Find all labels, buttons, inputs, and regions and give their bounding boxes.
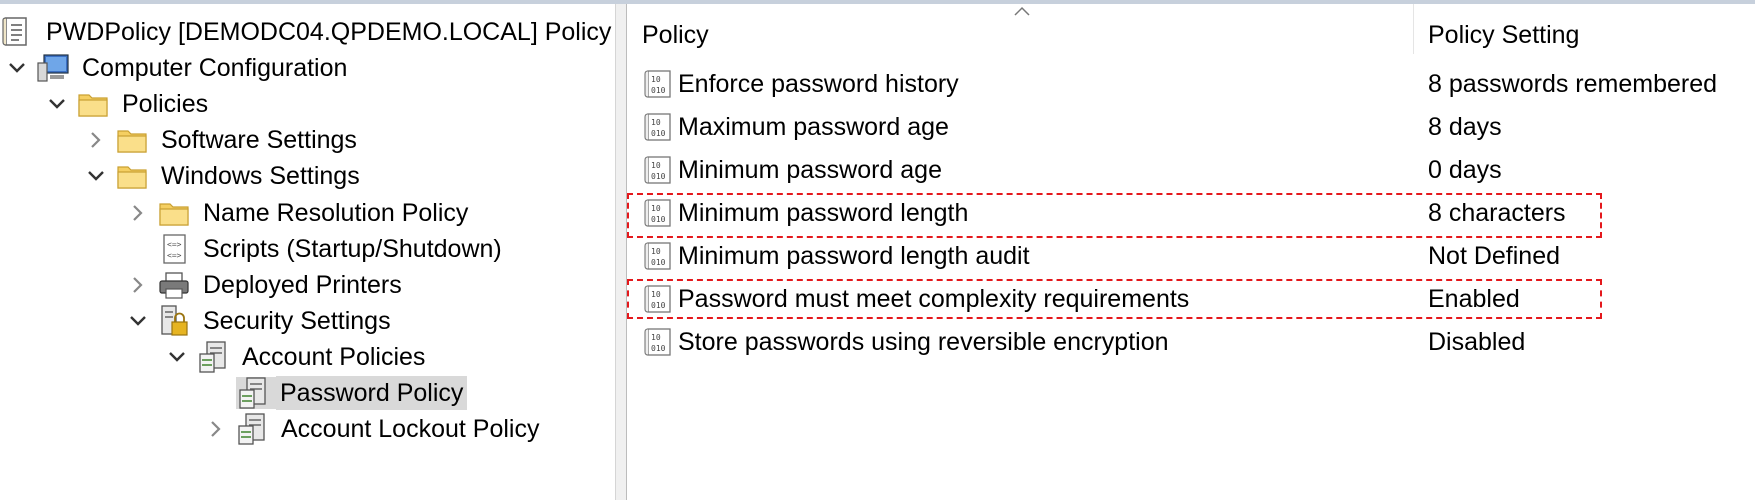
tree-item-password-policy[interactable]: Password Policy xyxy=(236,375,468,411)
svg-text:10: 10 xyxy=(651,247,661,256)
svg-text:<=>: <=> xyxy=(167,240,182,249)
tree-label: Security Settings xyxy=(203,307,391,335)
tree-label: Policies xyxy=(122,90,209,118)
folder-icon xyxy=(115,124,149,156)
svg-text:10: 10 xyxy=(651,118,661,127)
policy-setting-icon: 10 010 xyxy=(643,327,673,364)
policy-name: Minimum password length audit xyxy=(678,242,1030,270)
tree-item-account-policies[interactable]: Account Policies xyxy=(164,339,429,375)
sort-ascending-icon xyxy=(1014,6,1030,16)
folder-icon xyxy=(76,88,110,120)
tree-label: Deployed Printers xyxy=(203,271,402,299)
chevron-right-icon[interactable] xyxy=(125,198,151,228)
column-divider[interactable] xyxy=(1413,4,1414,54)
tree-label: Account Policies xyxy=(242,343,426,371)
policy-setting-value: 8 days xyxy=(1428,113,1502,141)
svg-text:10: 10 xyxy=(651,75,661,84)
policy-name: Minimum password age xyxy=(678,156,942,184)
chevron-right-icon[interactable] xyxy=(203,414,229,444)
svg-text:010: 010 xyxy=(651,344,666,353)
security-settings-icon xyxy=(157,305,191,337)
account-policies-icon xyxy=(196,341,230,373)
policy-row[interactable]: 10 010 Enforce password history 8 passwords… xyxy=(640,64,1740,104)
policy-name: Store passwords using reversible encrypt… xyxy=(678,328,1169,356)
policy-row[interactable]: 10 010 Store passwords using reversible en… xyxy=(640,322,1740,362)
policy-name: Enforce password history xyxy=(678,70,959,98)
tree-item-deployed-printers[interactable]: Deployed Printers xyxy=(125,267,406,303)
policy-row[interactable]: 10 010 Minimum password length audit Not De… xyxy=(640,236,1740,276)
highlight-complexity-requirements xyxy=(627,279,1602,319)
tree-item-windows-settings[interactable]: Windows Settings xyxy=(83,158,364,194)
tree-item-security-settings[interactable]: Security Settings xyxy=(125,303,395,339)
svg-text:10: 10 xyxy=(651,161,661,170)
tree-label: Name Resolution Policy xyxy=(203,199,469,227)
policy-setting-value: Disabled xyxy=(1428,328,1526,356)
column-header-policy-setting[interactable]: Policy Setting xyxy=(1428,0,1579,56)
tree-label: Windows Settings xyxy=(161,162,360,190)
svg-text:010: 010 xyxy=(651,129,666,138)
tree-item-policies[interactable]: Policies xyxy=(44,86,212,122)
policy-setting-value: 0 days xyxy=(1428,156,1502,184)
chevron-down-icon[interactable] xyxy=(83,161,109,191)
svg-text:10: 10 xyxy=(651,333,661,342)
folder-icon xyxy=(157,197,191,229)
account-policies-icon xyxy=(235,413,269,445)
account-policies-icon xyxy=(236,377,276,409)
svg-text:010: 010 xyxy=(651,258,666,267)
column-header-policy[interactable]: Policy xyxy=(642,0,709,56)
pane-splitter[interactable] xyxy=(616,4,627,500)
policy-setting-icon: 10 010 xyxy=(643,241,673,278)
console-tree-pane[interactable]: PWDPolicy [DEMODC04.QPDEMO.LOCAL] Policy… xyxy=(0,4,616,500)
tree-label: Password Policy xyxy=(276,376,468,410)
chevron-down-icon[interactable] xyxy=(164,342,190,372)
tree-item-scripts[interactable]: <=> <=> Scripts (Startup/Shutdown) xyxy=(157,231,506,267)
printer-icon xyxy=(157,269,191,301)
tree-label: PWDPolicy [DEMODC04.QPDEMO.LOCAL] Policy xyxy=(46,18,612,46)
tree-item-account-lockout-policy[interactable]: Account Lockout Policy xyxy=(203,411,543,447)
tree-label: Scripts (Startup/Shutdown) xyxy=(203,235,502,263)
tree-label: Account Lockout Policy xyxy=(281,415,540,443)
chevron-right-icon[interactable] xyxy=(83,125,109,155)
chevron-down-icon[interactable] xyxy=(4,53,30,83)
computer-icon xyxy=(36,52,70,84)
policy-setting-value: 8 passwords remembered xyxy=(1428,70,1718,98)
chevron-down-icon[interactable] xyxy=(125,306,151,336)
policy-name: Maximum password age xyxy=(678,113,949,141)
policy-scroll-icon xyxy=(0,16,34,48)
svg-text:010: 010 xyxy=(651,172,666,181)
policy-row[interactable]: 10 010 Maximum password age 8 days xyxy=(640,107,1740,147)
chevron-right-icon[interactable] xyxy=(125,270,151,300)
policy-setting-value: Not Defined xyxy=(1428,242,1561,270)
policy-setting-icon: 10 010 xyxy=(643,112,673,149)
chevron-down-icon[interactable] xyxy=(44,89,70,119)
script-icon: <=> <=> xyxy=(157,233,191,265)
highlight-min-password-length xyxy=(627,193,1602,238)
tree-item-computer-configuration[interactable]: Computer Configuration xyxy=(4,50,351,86)
tree-label: Software Settings xyxy=(161,126,357,154)
svg-text:<=>: <=> xyxy=(167,251,182,260)
policy-setting-icon: 10 010 xyxy=(643,69,673,106)
policy-setting-icon: 10 010 xyxy=(643,155,673,192)
tree-item-name-resolution-policy[interactable]: Name Resolution Policy xyxy=(125,195,472,231)
tree-label: Computer Configuration xyxy=(82,54,348,82)
svg-text:010: 010 xyxy=(651,86,666,95)
tree-item-software-settings[interactable]: Software Settings xyxy=(83,122,361,158)
folder-icon xyxy=(115,160,149,192)
tree-item-root-policy[interactable]: PWDPolicy [DEMODC04.QPDEMO.LOCAL] Policy xyxy=(0,14,615,50)
policy-row[interactable]: 10 010 Minimum password age 0 days xyxy=(640,150,1740,190)
